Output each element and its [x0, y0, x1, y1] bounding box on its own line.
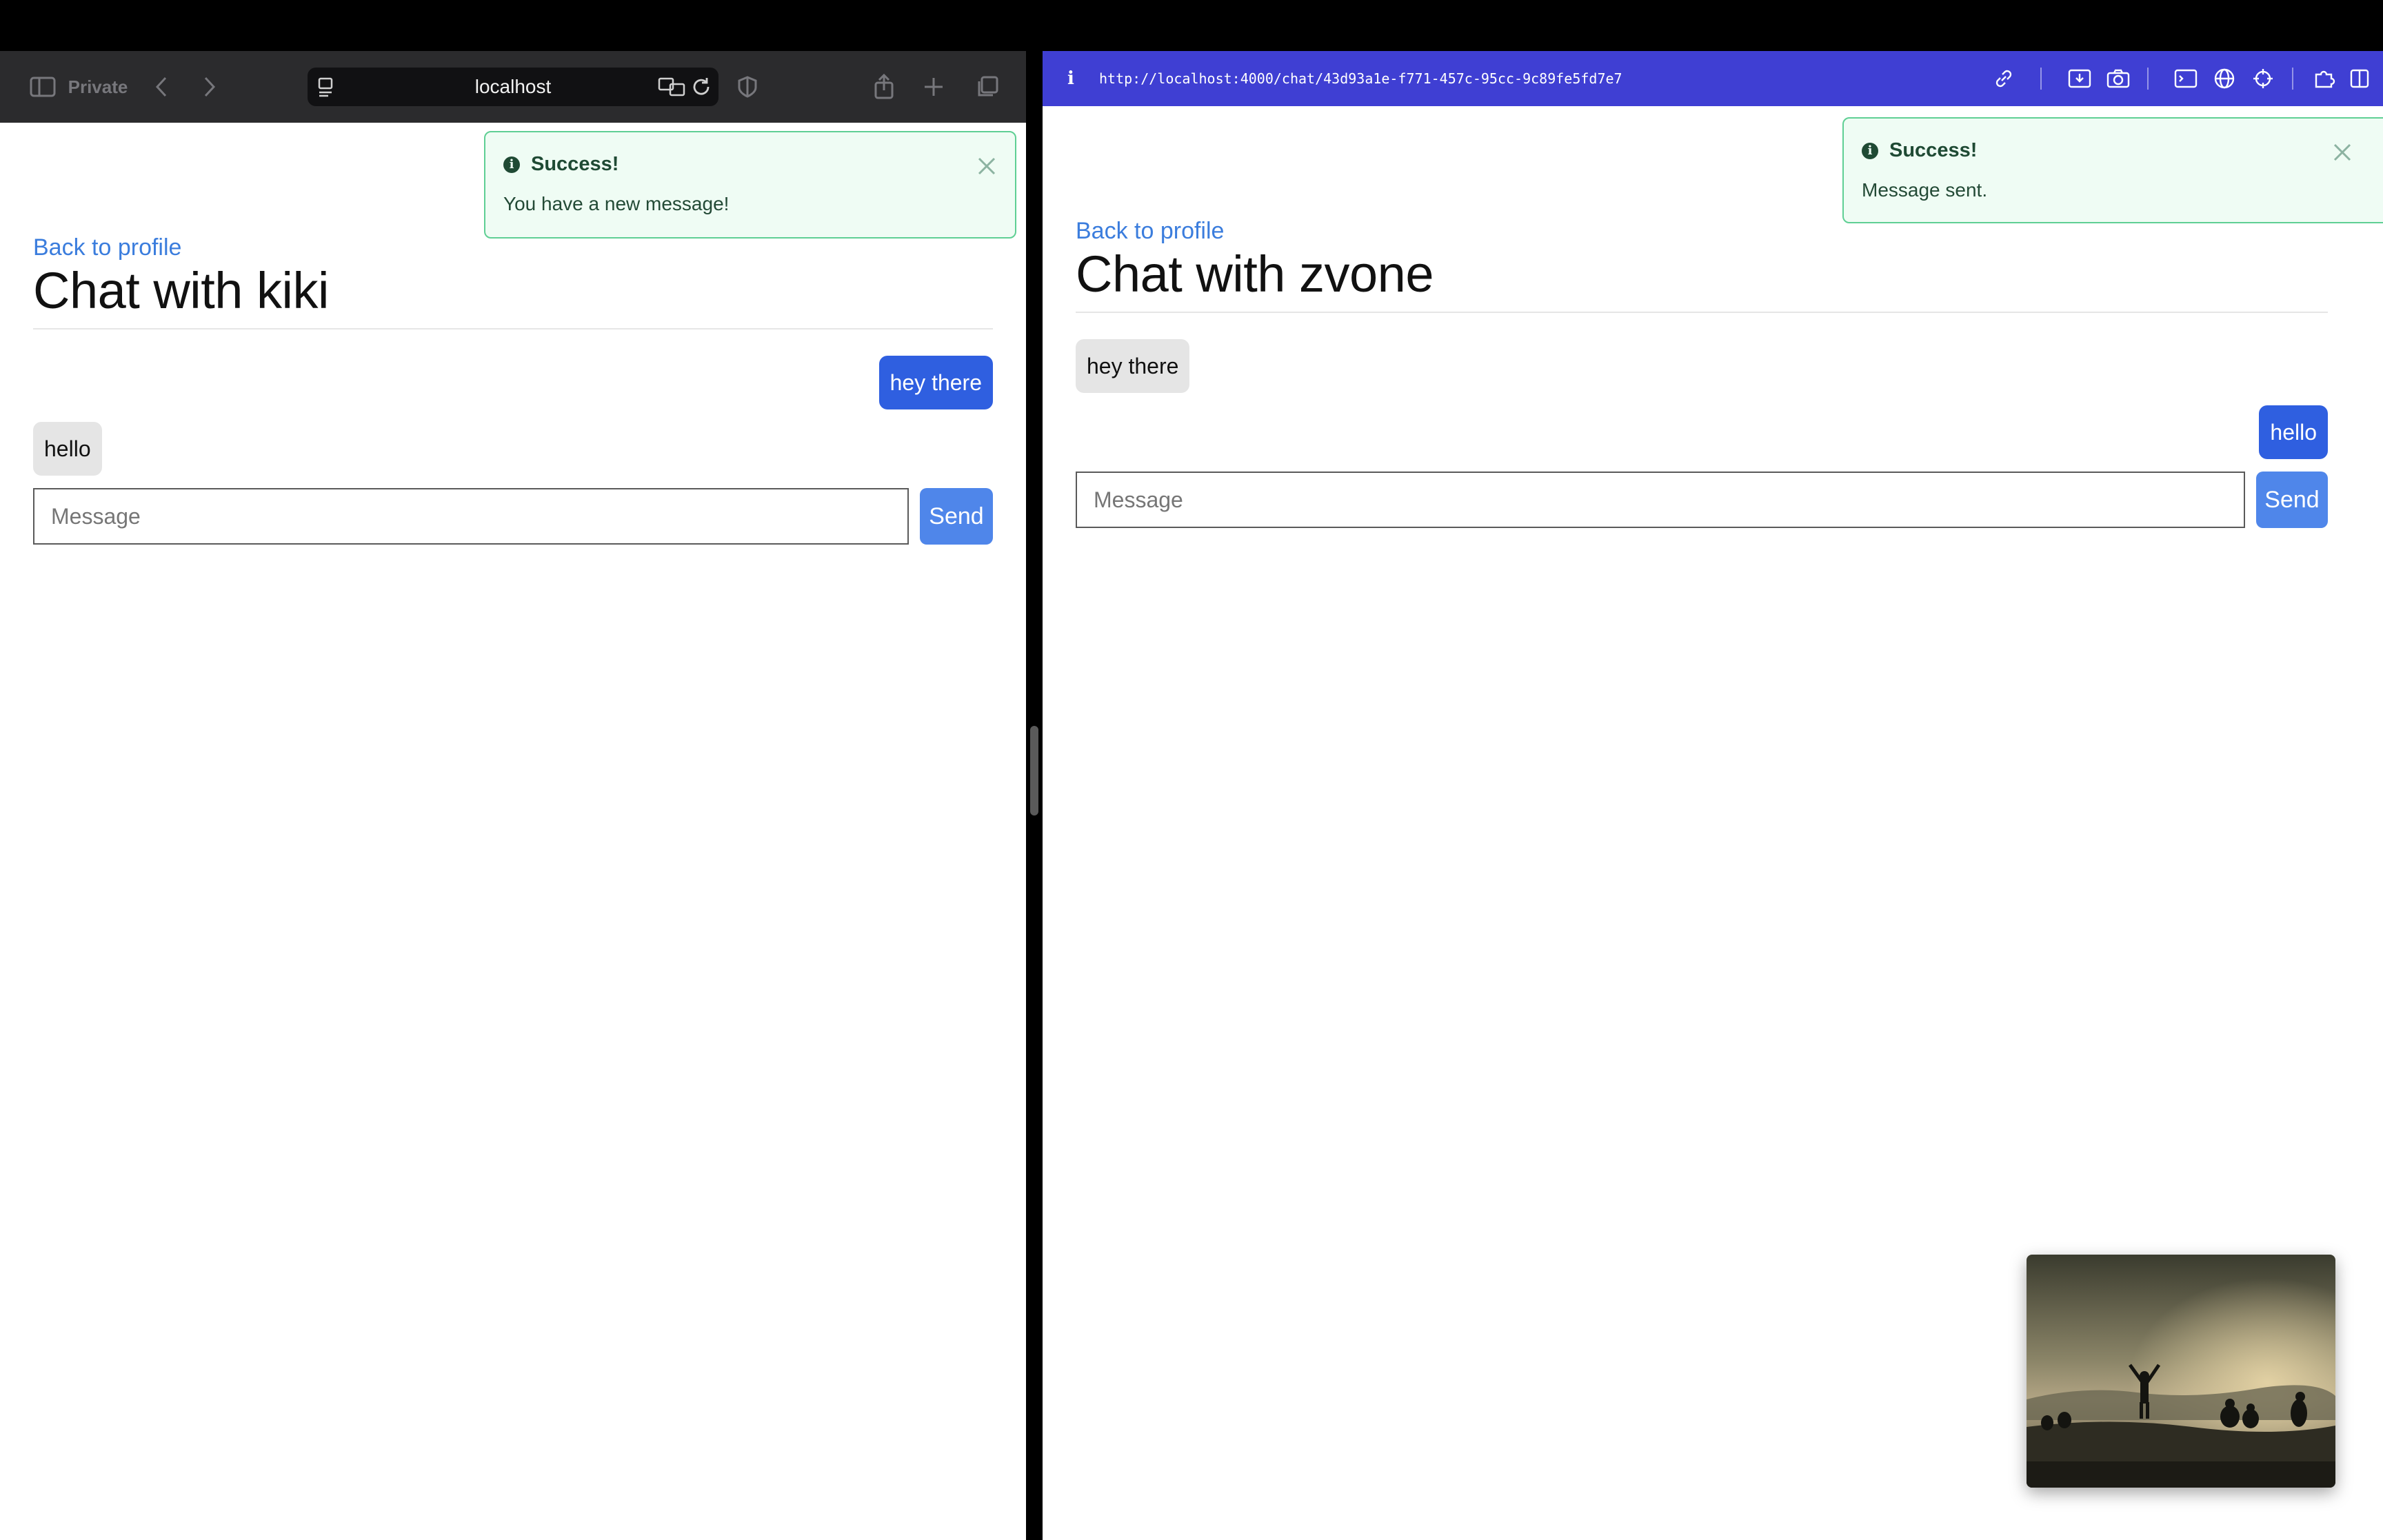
send-button[interactable]: Send: [2256, 472, 2328, 528]
crosshair-icon[interactable]: [2249, 65, 2277, 92]
link-icon[interactable]: [1990, 65, 2018, 92]
share-icon[interactable]: [870, 51, 898, 123]
success-toast: i Success! You have a new message!: [484, 131, 1016, 239]
message-bubble-received: hey there: [1076, 339, 1190, 393]
toast-title: i Success!: [503, 153, 619, 176]
back-to-profile-link[interactable]: Back to profile: [1076, 218, 2328, 245]
devtools-console-icon[interactable]: [2172, 65, 2200, 92]
tab-overview-icon[interactable]: [974, 51, 1001, 123]
private-mode-label: Private: [68, 76, 128, 97]
download-screenshot-icon[interactable]: [2066, 65, 2093, 92]
forward-arrow-icon[interactable]: [196, 51, 223, 123]
new-tab-plus-icon[interactable]: [920, 51, 947, 123]
message-bubble-received: hello: [33, 422, 102, 476]
back-to-profile-link[interactable]: Back to profile: [33, 234, 993, 261]
split-view-divider[interactable]: [1030, 726, 1038, 815]
close-icon[interactable]: [976, 156, 997, 176]
split-layout-icon[interactable]: [2346, 65, 2373, 92]
message-input[interactable]: Message: [1076, 472, 2245, 528]
privacy-shield-icon[interactable]: [734, 51, 761, 123]
info-icon: i: [503, 156, 520, 173]
toast-title-text: Success!: [531, 153, 619, 175]
url-display[interactable]: http://localhost:4000/chat/43d93a1e-f771…: [1099, 51, 1622, 106]
address-host: localhost: [474, 76, 552, 97]
toolbar-separator: [2292, 68, 2293, 90]
toolbar-separator: [2147, 68, 2149, 90]
page-title: Chat with kiki: [33, 262, 329, 319]
toolbar-separator: [2040, 68, 2042, 90]
camera-icon[interactable]: [2104, 65, 2132, 92]
back-arrow-icon[interactable]: [148, 51, 175, 123]
info-icon[interactable]: i: [1067, 51, 1074, 106]
responsive-viewer-toolbar: i http://localhost:4000/chat/43d93a1e-f7…: [1043, 51, 2383, 106]
extension-puzzle-icon[interactable]: [2311, 65, 2339, 92]
toast-message: You have a new message!: [503, 193, 730, 214]
toast-title-text: Success!: [1889, 139, 1978, 161]
translate-icon[interactable]: [658, 77, 685, 102]
send-button[interactable]: Send: [920, 488, 993, 545]
message-bubble-sent: hey there: [878, 356, 993, 409]
sunset-scene-image: [2027, 1255, 2335, 1488]
title-divider: [33, 328, 993, 330]
sidebar-toggle-icon[interactable]: [28, 51, 58, 123]
address-bar[interactable]: localhost: [308, 68, 718, 106]
message-bubble-sent: hello: [2259, 405, 2328, 459]
close-icon[interactable]: [2332, 142, 2353, 163]
title-divider: [1076, 312, 2328, 313]
picture-in-picture-video[interactable]: [2027, 1255, 2335, 1488]
globe-icon[interactable]: [2211, 65, 2238, 92]
safari-toolbar: Private localhost: [0, 51, 1026, 123]
toast-title: i Success!: [1862, 139, 1977, 162]
page-title: Chat with zvone: [1076, 245, 1434, 303]
reload-icon[interactable]: [691, 77, 712, 102]
message-input[interactable]: Message: [33, 488, 909, 545]
left-browser-window: Private localhost i Success! You have a …: [0, 51, 1026, 1540]
success-toast: i Success! Message sent.: [1842, 117, 2383, 223]
info-icon: i: [1862, 142, 1878, 159]
toast-message: Message sent.: [1862, 179, 1988, 201]
